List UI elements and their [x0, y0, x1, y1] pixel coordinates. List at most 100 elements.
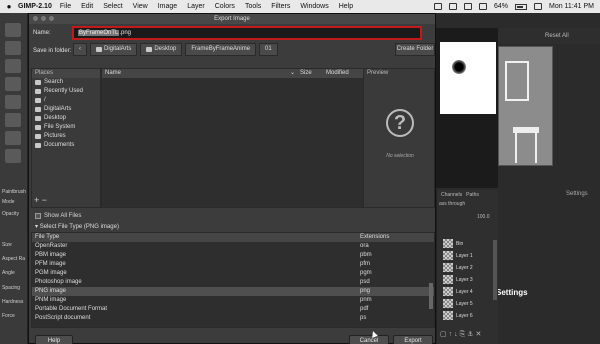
file-type-name: Photoshop image	[35, 279, 82, 285]
create-folder-button[interactable]: Create Folder	[395, 43, 435, 56]
help-button[interactable]: Help	[35, 335, 73, 344]
sketch-frame	[505, 61, 529, 101]
clock[interactable]: Mon 11:41 PM	[549, 3, 594, 10]
table-row[interactable]: PNM image pnm	[32, 296, 434, 305]
menu-layer[interactable]: Layer	[187, 3, 205, 10]
column-extensions[interactable]: Extensions	[360, 233, 389, 242]
menu-select[interactable]: Select	[103, 3, 122, 10]
bluetooth-icon[interactable]	[478, 3, 487, 10]
camera-icon[interactable]	[433, 3, 442, 10]
table-row[interactable]: Photoshop image psd	[32, 278, 434, 287]
place-root[interactable]: /	[32, 96, 100, 105]
menu-filters[interactable]: Filters	[271, 3, 290, 10]
cancel-button[interactable]: Cancel	[349, 335, 389, 344]
place-desktop[interactable]: Desktop	[32, 114, 100, 123]
place-documents[interactable]: Documents	[32, 141, 100, 150]
file-type-name: PBM image	[35, 252, 67, 258]
layer-mode-select[interactable]: ass through	[439, 201, 465, 207]
wifi-icon[interactable]	[448, 3, 457, 10]
menu-help[interactable]: Help	[339, 3, 353, 10]
flag-icon[interactable]	[533, 3, 542, 10]
settings-tooltip: Settings	[496, 288, 528, 297]
layer-row[interactable]: Bin	[443, 238, 497, 249]
menu-colors[interactable]: Colors	[215, 3, 235, 10]
place-filesystem[interactable]: File System	[32, 123, 100, 132]
layer-name: Layer 4	[456, 288, 473, 295]
breadcrumb-digitalarts[interactable]: DigitalArts	[90, 43, 138, 56]
minimize-icon[interactable]	[41, 16, 46, 21]
table-row[interactable]: Portable Document Format pdf	[32, 305, 434, 314]
column-modified[interactable]: Modified	[326, 69, 349, 78]
move-tool-icon[interactable]	[5, 41, 21, 55]
table-row-selected[interactable]: PNG image png	[32, 287, 434, 296]
column-file-type[interactable]: File Type	[35, 233, 59, 242]
table-row[interactable]: PGM image pgm	[32, 269, 434, 278]
menu-windows[interactable]: Windows	[300, 3, 328, 10]
crop-tool-icon[interactable]	[5, 59, 21, 73]
table-row[interactable]: PBM image pbm	[32, 251, 434, 260]
breadcrumb-framebyframe[interactable]: FrameByFrameAnime	[185, 43, 257, 56]
breadcrumb-back-button[interactable]: ‹	[73, 43, 87, 56]
select-file-type-expander[interactable]: ▾ Select File Type (PNG image)	[35, 223, 119, 230]
breadcrumb-01[interactable]: 01	[259, 43, 278, 56]
app-menu[interactable]: GIMP-2.10	[18, 3, 52, 10]
apple-menu-icon[interactable]: ●	[0, 2, 18, 11]
menu-image[interactable]: Image	[158, 3, 177, 10]
layer-opacity-field[interactable]: 100.0	[477, 214, 490, 220]
menu-tools[interactable]: Tools	[245, 3, 261, 10]
layer-row[interactable]: Layer 3	[443, 274, 497, 285]
transform-tool-icon[interactable]	[5, 77, 21, 91]
eraser-tool-icon[interactable]	[5, 113, 21, 127]
text-tool-icon[interactable]	[5, 149, 21, 163]
layer-row[interactable]: Layer 6	[443, 310, 497, 321]
show-all-files-checkbox[interactable]: Show All Files	[35, 213, 81, 219]
export-button[interactable]: Export	[393, 335, 433, 344]
place-label: Documents	[44, 142, 75, 148]
menu-file[interactable]: File	[60, 3, 71, 10]
layer-row[interactable]: Layer 2	[443, 262, 497, 273]
paint-tool-icon[interactable]	[5, 95, 21, 109]
column-name[interactable]: Name	[105, 69, 121, 78]
menu-view[interactable]: View	[133, 3, 148, 10]
layer-name: Layer 2	[456, 264, 473, 271]
table-row[interactable]: PFM image pfm	[32, 260, 434, 269]
breadcrumb-desktop[interactable]: Desktop	[140, 43, 183, 56]
places-panel: Places Search Recently Used / DigitalArt…	[31, 68, 101, 208]
file-list[interactable]: Name ⌄ Size Modified	[101, 68, 377, 208]
layers-scrollbar[interactable]	[493, 240, 497, 300]
brush-preview	[440, 42, 496, 114]
places-header: Places	[32, 69, 100, 78]
clone-tool-icon[interactable]	[5, 131, 21, 145]
tab-channels[interactable]: Channels	[441, 192, 462, 198]
file-type-scrollbar[interactable]	[429, 283, 433, 309]
place-search[interactable]: Search	[32, 78, 100, 87]
zoom-icon[interactable]	[49, 16, 54, 21]
place-pictures[interactable]: Pictures	[32, 132, 100, 141]
place-digitalarts[interactable]: DigitalArts	[32, 105, 100, 114]
place-label: /	[44, 97, 46, 103]
places-add-remove[interactable]: + −	[34, 195, 47, 205]
close-icon[interactable]	[33, 16, 38, 21]
tab-paths[interactable]: Paths	[466, 192, 479, 198]
file-type-name: OpenRaster	[35, 243, 68, 249]
menu-edit[interactable]: Edit	[81, 3, 93, 10]
layer-row[interactable]: Layer 1	[443, 250, 497, 261]
filename-input[interactable]: ByFrameOnTL.png	[72, 26, 422, 40]
battery-icon[interactable]	[514, 3, 527, 10]
file-type-ext: psd	[360, 279, 370, 285]
place-recent[interactable]: Recently Used	[32, 87, 100, 96]
layer-row[interactable]: Layer 5	[443, 298, 497, 309]
select-tool-icon[interactable]	[5, 23, 21, 37]
reset-all-button[interactable]: Reset All	[545, 33, 569, 39]
sort-chevron-icon[interactable]: ⌄	[290, 69, 295, 78]
layers-footer-icons[interactable]: ▢↑↓⎘⚓✕	[440, 330, 483, 339]
canvas-image[interactable]	[498, 46, 553, 166]
file-type-table[interactable]: File Type Extensions OpenRaster ora PBM i…	[31, 232, 435, 328]
table-row[interactable]: OpenRaster ora	[32, 242, 434, 251]
checkbox-icon[interactable]	[35, 213, 41, 219]
column-size[interactable]: Size	[300, 69, 312, 78]
layer-row[interactable]: Layer 4	[443, 286, 497, 297]
export-dialog: Export Image Name: ByFrameOnTL.png Save …	[28, 13, 436, 344]
table-row[interactable]: PostScript document ps	[32, 314, 434, 323]
volume-icon[interactable]	[463, 3, 472, 10]
